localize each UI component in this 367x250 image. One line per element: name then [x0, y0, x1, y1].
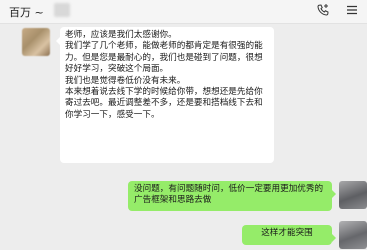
- outgoing-message[interactable]: 这样才能突围: [242, 225, 336, 245]
- outgoing-message[interactable]: 没问题，有问题随时问，低价一定要用更加优秀的广告框架和思路去做: [128, 181, 336, 211]
- my-avatar[interactable]: [339, 181, 367, 209]
- chat-header: 百万 ~: [0, 0, 367, 24]
- contact-name-redacted: [54, 3, 70, 17]
- message-line: 本来想着说去线下学的时候给你带，想想还是先给你寄过去吧。最近调整差不多，还是要和…: [65, 87, 263, 120]
- chat-area[interactable]: 老师，应该是我们太感谢你。 我们学了几个老师，能做老师的都肯定是有很强的能力。但…: [0, 24, 367, 250]
- message-line: 我们学了几个老师，能做老师的都肯定是有很强的能力。但是您是最耐心的，我们也是碰到…: [65, 41, 263, 75]
- my-avatar[interactable]: [339, 221, 367, 249]
- phone-add-icon[interactable]: [316, 3, 330, 17]
- contact-avatar[interactable]: [22, 28, 50, 56]
- message-line: 老师，应该是我们太感谢你。: [65, 30, 177, 40]
- message-line: 我们也是觉得卷低价没有未来。: [65, 75, 186, 86]
- incoming-message[interactable]: 老师，应该是我们太感谢你。 我们学了几个老师，能做老师的都肯定是有很强的能力。但…: [56, 27, 274, 163]
- contact-name: 百万 ~: [9, 6, 44, 19]
- more-icon[interactable]: [345, 3, 359, 17]
